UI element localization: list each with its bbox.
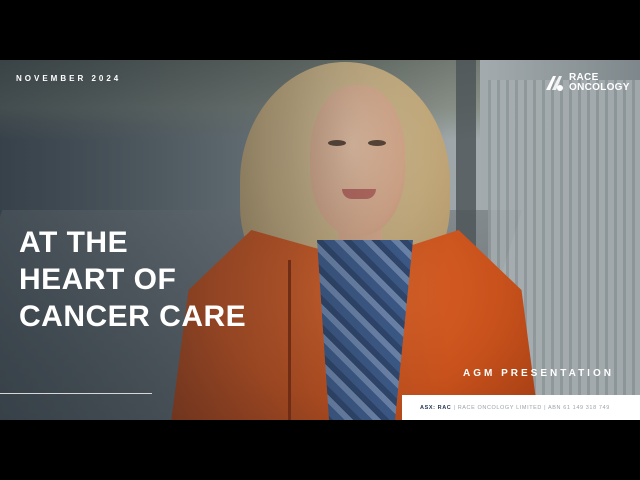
headline-line-1: AT THE (19, 226, 129, 259)
headline-line-3: CANCER CARE (19, 300, 247, 333)
company-logo: RACE ONCOLOGY (543, 70, 630, 96)
slide-subtitle: AGM PRESENTATION (463, 368, 614, 379)
headline-line-2: HEART OF (19, 263, 177, 296)
logo-line-2: ONCOLOGY (569, 82, 630, 93)
footer-text: ASX: RAC | RACE ONCOLOGY LIMITED | ABN 6… (420, 405, 610, 411)
logo-wordmark: RACE ONCOLOGY (569, 73, 630, 93)
letterbox-top (0, 0, 640, 60)
letterbox-bottom (0, 420, 640, 480)
race-oncology-logo-icon (543, 72, 565, 94)
footer-ticker: ASX: RAC (420, 405, 452, 411)
presentation-date: NOVEMBER 2024 (16, 74, 122, 83)
divider-line (0, 393, 152, 394)
footer-bar: ASX: RAC | RACE ONCOLOGY LIMITED | ABN 6… (402, 395, 640, 420)
slide-headline: AT THE HEART OF CANCER CARE (19, 224, 246, 335)
footer-company: | RACE ONCOLOGY LIMITED | ABN 61 149 318… (453, 405, 610, 411)
